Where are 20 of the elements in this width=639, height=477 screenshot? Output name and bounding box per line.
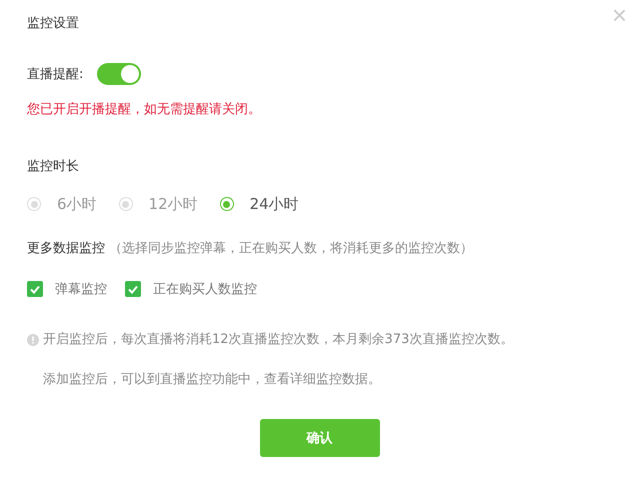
info-icon bbox=[27, 334, 39, 346]
checkbox[interactable] bbox=[27, 281, 43, 297]
reminder-label: 直播提醒: bbox=[27, 66, 84, 83]
radio-label: 6小时 bbox=[57, 194, 97, 214]
section-label: 更多数据监控 bbox=[27, 241, 105, 256]
checkbox[interactable] bbox=[125, 281, 141, 297]
close-button[interactable]: × bbox=[608, 0, 631, 30]
dialog-title: 监控设置 bbox=[27, 15, 80, 33]
section-label: 监控时长 bbox=[27, 158, 80, 176]
radio-button[interactable] bbox=[220, 197, 234, 211]
reminder-toggle[interactable] bbox=[97, 63, 142, 85]
warning-text: 您已开启开播提醒，如无需提醒请关闭。 bbox=[27, 101, 262, 119]
checkbox-label: 正在购买人数监控 bbox=[153, 281, 257, 298]
checkbox-label: 弹幕监控 bbox=[55, 281, 107, 298]
note-text: 添加监控后，可以到直播监控功能中，查看详细监控数据。 bbox=[43, 371, 381, 389]
radio-label: 12小时 bbox=[148, 194, 198, 214]
confirm-button[interactable]: 确认 bbox=[260, 419, 380, 457]
radio-label: 24小时 bbox=[250, 194, 299, 214]
note-text: 开启监控后，每次直播将消耗12次直播监控次数，本月剩余373次直播监控次数。 bbox=[43, 331, 514, 349]
hint-text: （选择同步监控弹幕，正在购买人数，将消耗更多的监控次数） bbox=[109, 241, 474, 256]
